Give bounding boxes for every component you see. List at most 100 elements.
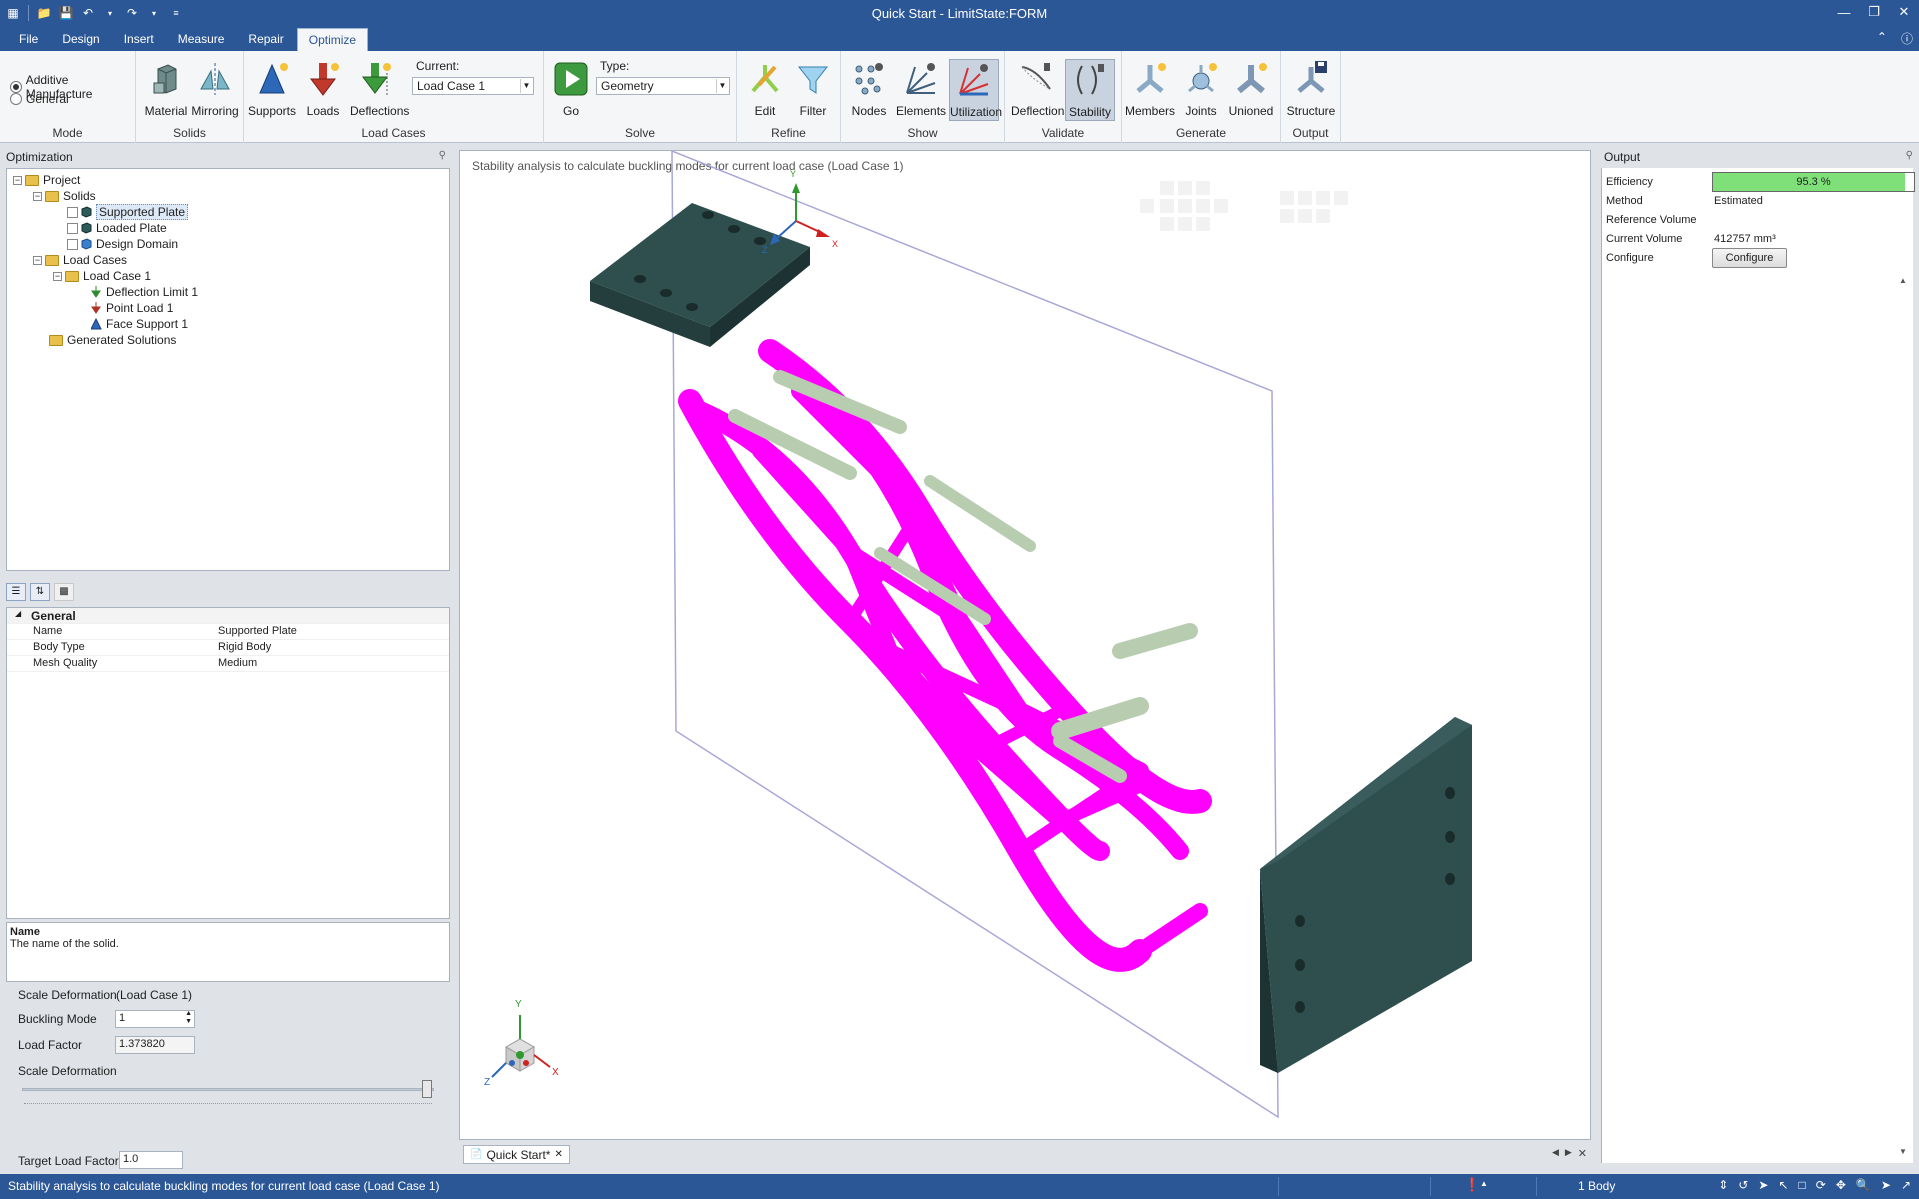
property-row[interactable]: Mesh Quality Medium bbox=[7, 656, 449, 672]
structure-icon bbox=[1297, 61, 1327, 93]
tab-design[interactable]: Design bbox=[51, 28, 110, 51]
edit-button[interactable]: Edit bbox=[740, 59, 790, 121]
pointer-icon[interactable]: ➤ bbox=[1758, 1178, 1768, 1192]
tree-item-point-load[interactable]: Point Load 1 bbox=[91, 300, 173, 316]
sort-alpha-icon[interactable]: ⇅ bbox=[30, 583, 50, 601]
radio-general[interactable]: General bbox=[10, 92, 69, 106]
orbit-icon[interactable]: ⟳ bbox=[1816, 1178, 1826, 1192]
categorized-icon[interactable]: ☰ bbox=[6, 583, 26, 601]
go-button[interactable]: Go bbox=[546, 59, 596, 121]
property-pages-icon[interactable]: ▩ bbox=[54, 583, 74, 601]
collapse-triangle-icon[interactable]: ◢ bbox=[15, 609, 21, 618]
elements-button[interactable]: Elements bbox=[896, 59, 946, 121]
view-cube[interactable] bbox=[491, 1015, 551, 1078]
close-doc-icon[interactable]: ✕ bbox=[1578, 1147, 1587, 1160]
help-icon[interactable]: ⓘ bbox=[1901, 30, 1913, 47]
loads-button[interactable]: Loads bbox=[298, 59, 348, 121]
pan-icon[interactable]: ✥ bbox=[1836, 1178, 1846, 1192]
configure-button[interactable]: Configure bbox=[1712, 248, 1787, 268]
tree-item-deflection-limit[interactable]: Deflection Limit 1 bbox=[91, 284, 198, 300]
undo-select-icon[interactable]: ↺ bbox=[1738, 1178, 1748, 1192]
supported-plate[interactable] bbox=[590, 203, 810, 347]
tree-item-face-support[interactable]: Face Support 1 bbox=[91, 316, 188, 332]
radio-button[interactable] bbox=[10, 93, 22, 105]
tab-optimize[interactable]: Optimize bbox=[296, 28, 369, 51]
minimize-icon[interactable]: — bbox=[1829, 0, 1859, 24]
visibility-checkbox[interactable] bbox=[67, 238, 78, 250]
scroll-up-icon[interactable]: ▲ bbox=[1899, 276, 1907, 285]
collapse-ribbon-icon[interactable]: ⌃ bbox=[1877, 30, 1887, 47]
select-icon[interactable]: ↖ bbox=[1778, 1178, 1788, 1192]
close-tab-icon[interactable]: ✕ bbox=[554, 1149, 562, 1160]
tab-insert[interactable]: Insert bbox=[113, 28, 165, 51]
fly-icon[interactable]: ➤ bbox=[1881, 1178, 1891, 1192]
tree-item-supported-plate[interactable]: Supported Plate bbox=[67, 204, 189, 220]
tree-item-design-domain[interactable]: Design Domain bbox=[67, 236, 178, 252]
stability-button[interactable]: Stability bbox=[1065, 59, 1115, 121]
property-section-general[interactable]: ◢ General bbox=[7, 608, 449, 624]
error-icon[interactable]: ❗ bbox=[1464, 1177, 1480, 1193]
tree-item-solids[interactable]: − Solids bbox=[33, 188, 96, 204]
pin-icon[interactable]: ⚲ bbox=[439, 150, 446, 161]
collapse-icon[interactable]: − bbox=[13, 175, 22, 185]
pin-icon[interactable]: ⚲ bbox=[1906, 150, 1913, 161]
utilization-button[interactable]: Utilization bbox=[949, 59, 1002, 121]
property-row[interactable]: Name Supported Plate bbox=[7, 624, 449, 640]
output-scrollbar[interactable]: ▲ ▼ bbox=[1899, 276, 1911, 1156]
undo-icon[interactable]: ↶ bbox=[79, 4, 97, 22]
filter-button[interactable]: Filter bbox=[788, 59, 838, 121]
collapse-icon[interactable]: − bbox=[33, 255, 42, 265]
target-load-factor-input[interactable]: 1.0 bbox=[119, 1151, 183, 1169]
save-icon[interactable]: 💾 bbox=[57, 4, 75, 22]
members-button[interactable]: Members bbox=[1125, 59, 1175, 121]
visibility-checkbox[interactable] bbox=[67, 222, 78, 234]
property-row[interactable]: Body Type Rigid Body bbox=[7, 640, 449, 656]
validate-deflections-button[interactable]: Deflections bbox=[1011, 59, 1070, 121]
box-select-icon[interactable]: □ bbox=[1799, 1178, 1806, 1192]
supports-button[interactable]: Supports bbox=[247, 59, 297, 121]
chevron-down-icon[interactable]: ▾ bbox=[145, 4, 163, 22]
3d-viewport[interactable]: Stability analysis to calculate buckling… bbox=[459, 150, 1591, 1140]
scale-deformation-slider[interactable] bbox=[22, 1088, 434, 1091]
collapse-icon[interactable]: − bbox=[53, 271, 62, 281]
mirroring-button[interactable]: Mirroring bbox=[190, 59, 240, 121]
chevron-down-icon[interactable]: ▾ bbox=[101, 4, 119, 22]
tree-item-load-case-1[interactable]: − Load Case 1 bbox=[53, 268, 151, 284]
restore-icon[interactable]: ❐ bbox=[1859, 0, 1889, 24]
scroll-down-icon[interactable]: ▼ bbox=[1899, 1147, 1907, 1156]
tree-item-generated-solutions[interactable]: Generated Solutions bbox=[49, 332, 176, 348]
nodes-button[interactable]: Nodes bbox=[844, 59, 894, 121]
zoom-icon[interactable]: 🔍 bbox=[1856, 1178, 1871, 1192]
model-canvas[interactable] bbox=[460, 151, 1591, 1140]
spin-icon[interactable]: ⇕ bbox=[1718, 1178, 1728, 1192]
tab-repair[interactable]: Repair bbox=[237, 28, 294, 51]
solve-type-select[interactable]: Geometry ▼ bbox=[596, 77, 730, 95]
measure-icon[interactable]: ↗ bbox=[1901, 1178, 1911, 1192]
open-folder-icon[interactable]: 📁 bbox=[35, 4, 53, 22]
customize-toolbar-icon[interactable]: ≡ bbox=[167, 4, 185, 22]
tree-item-load-cases[interactable]: − Load Cases bbox=[33, 252, 127, 268]
tree-item-project[interactable]: − Project bbox=[13, 172, 80, 188]
joints-button[interactable]: Joints bbox=[1176, 59, 1226, 121]
close-icon[interactable]: ✕ bbox=[1889, 0, 1919, 24]
next-tab-icon[interactable]: ▶ bbox=[1565, 1147, 1572, 1160]
material-button[interactable]: Material bbox=[141, 59, 191, 121]
current-load-case-select[interactable]: Load Case 1 ▼ bbox=[412, 77, 534, 95]
document-tab[interactable]: 📄 Quick Start* ✕ bbox=[463, 1145, 570, 1164]
spin-arrows-icon[interactable]: ▲ ▼ bbox=[185, 1010, 192, 1026]
slider-thumb[interactable] bbox=[422, 1080, 432, 1098]
buckling-mode-stepper[interactable]: 1 ▲ ▼ bbox=[115, 1010, 195, 1028]
unioned-button[interactable]: Unioned bbox=[1226, 59, 1276, 121]
tab-measure[interactable]: Measure bbox=[167, 28, 236, 51]
tree-item-loaded-plate[interactable]: Loaded Plate bbox=[67, 220, 167, 236]
loaded-plate[interactable] bbox=[1260, 717, 1472, 1073]
app-menu-icon[interactable]: ▦ bbox=[4, 4, 22, 22]
tab-file[interactable]: File bbox=[8, 28, 49, 51]
deflections-button[interactable]: Deflections bbox=[350, 59, 409, 121]
collapse-icon[interactable]: − bbox=[33, 191, 42, 201]
redo-icon[interactable]: ↷ bbox=[123, 4, 141, 22]
visibility-checkbox[interactable] bbox=[67, 206, 78, 218]
chevron-up-icon[interactable]: ▲ bbox=[1480, 1179, 1488, 1188]
structure-button[interactable]: Structure bbox=[1286, 59, 1336, 121]
prev-tab-icon[interactable]: ◀ bbox=[1552, 1147, 1559, 1160]
